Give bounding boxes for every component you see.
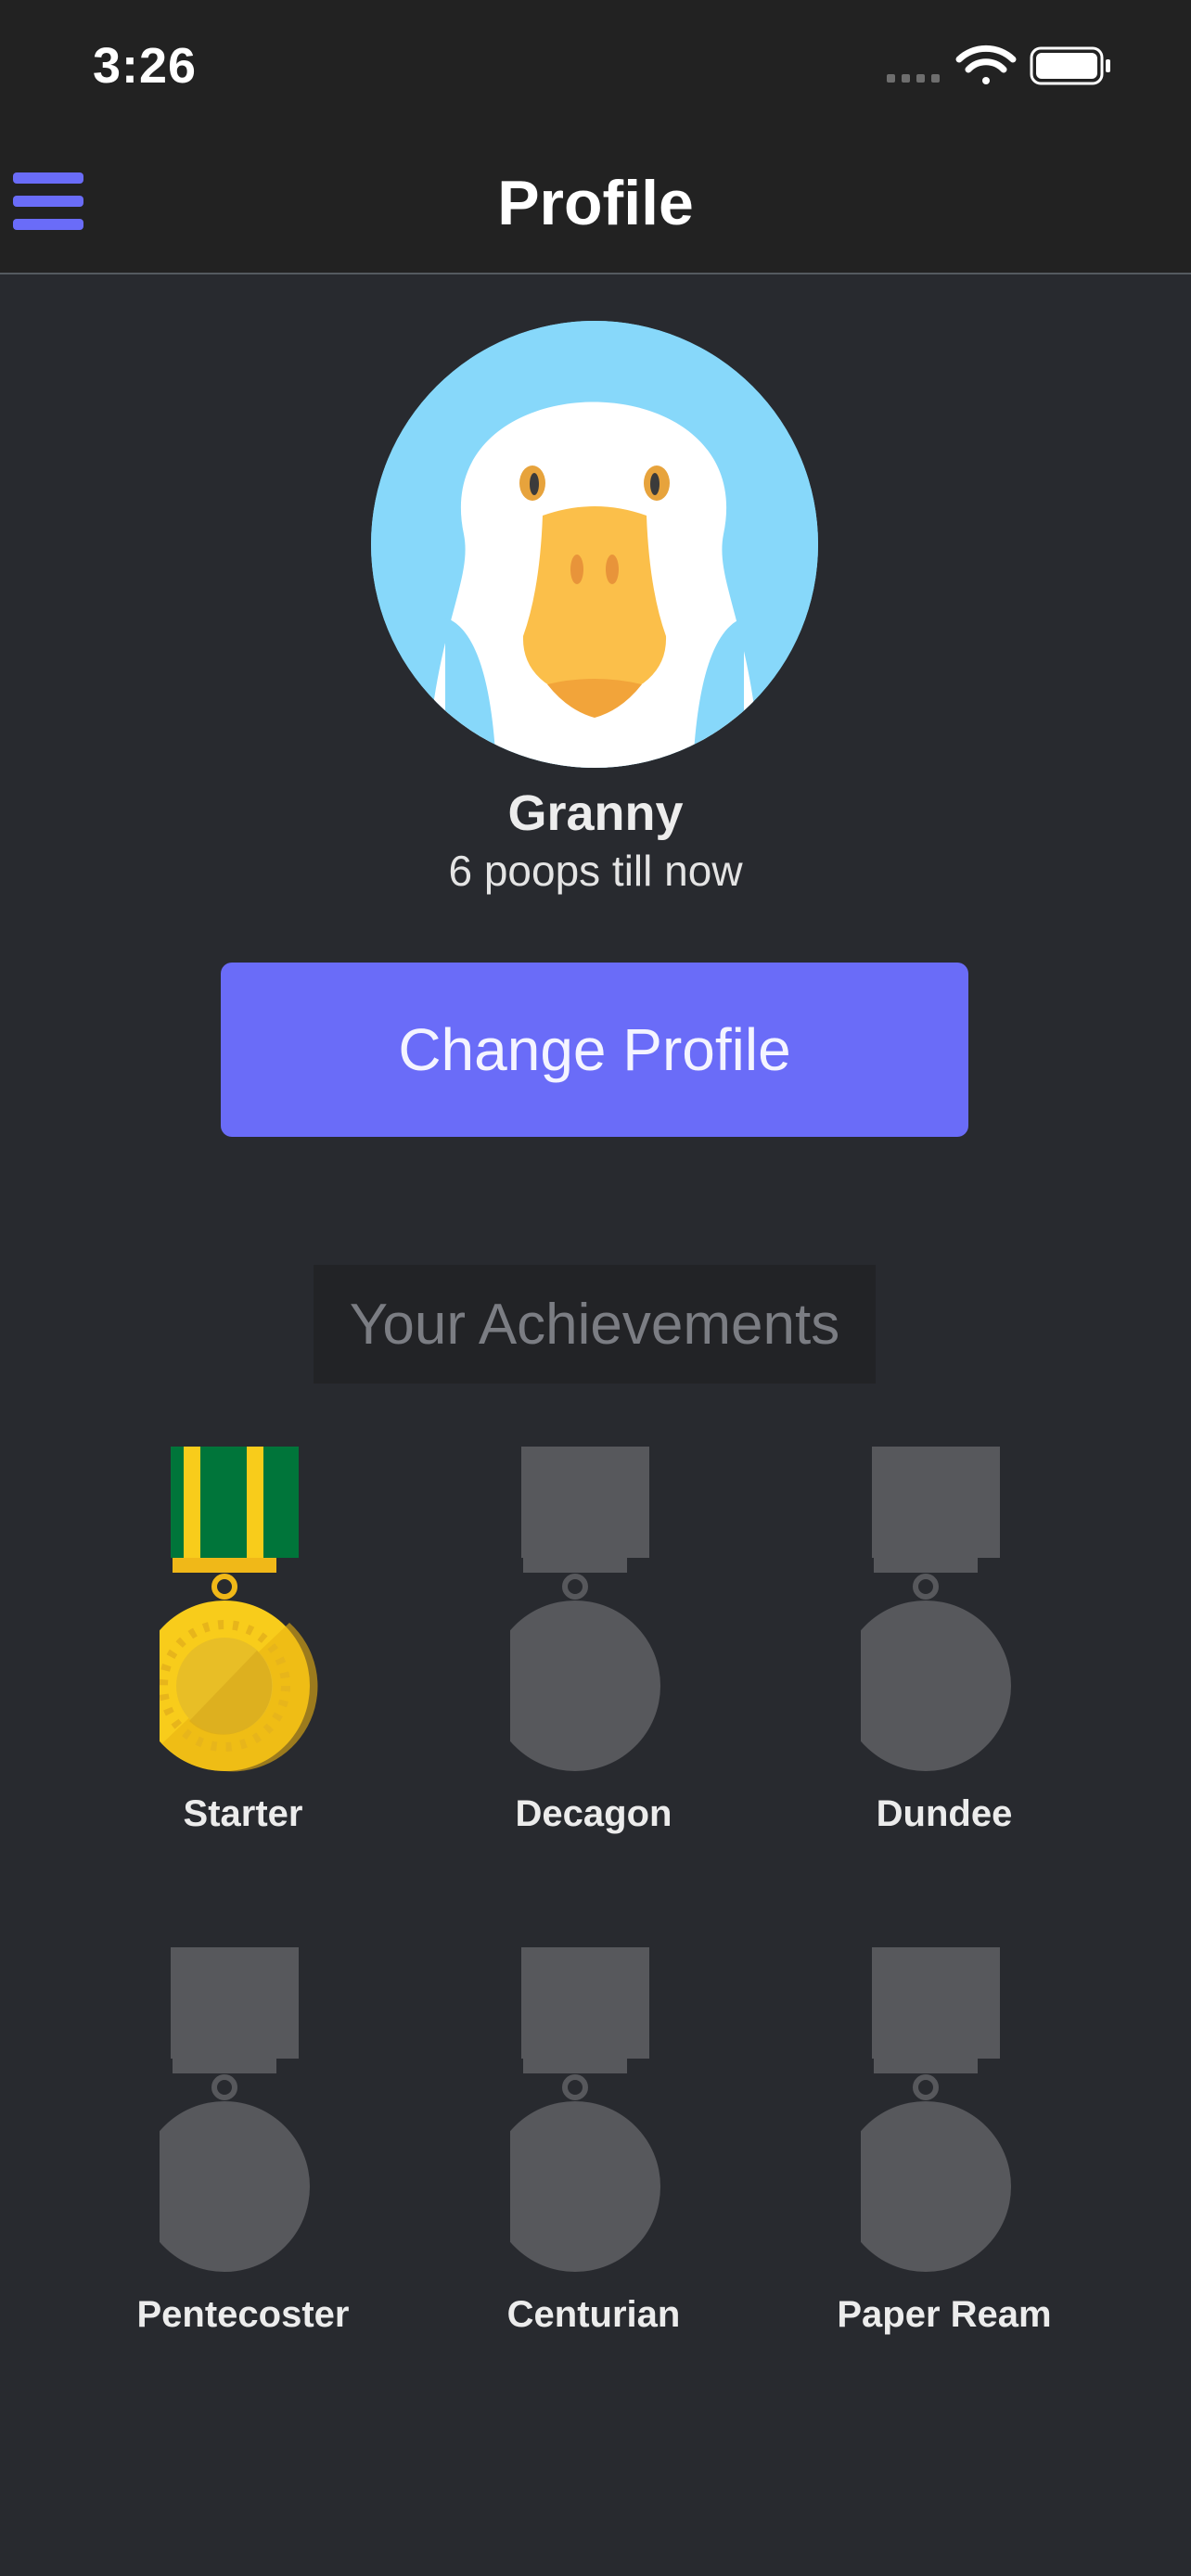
- battery-icon: [1030, 46, 1110, 85]
- locked-medal-icon: [861, 1947, 1011, 2272]
- locked-medal-icon: [510, 1447, 660, 1771]
- achievement-label: Pentecoster: [136, 2294, 350, 2335]
- status-time: 3:26: [93, 38, 198, 94]
- achievement-label: Decagon: [515, 1793, 672, 1834]
- poop-count-text: 6 poops till now: [448, 847, 743, 895]
- status-icons: [887, 45, 1110, 85]
- achievement-centurian[interactable]: Centurian: [417, 1947, 770, 2411]
- achievement-label: Dundee: [876, 1793, 1013, 1834]
- achievement-decagon[interactable]: Decagon: [417, 1447, 770, 1910]
- gold-medal-icon: [160, 1447, 318, 1772]
- locked-medal-icon: [160, 1947, 310, 2272]
- page-title: Profile: [497, 168, 694, 238]
- avatar: [371, 321, 818, 768]
- change-profile-button[interactable]: Change Profile: [221, 963, 968, 1137]
- achievements-header: Your Achievements: [314, 1265, 876, 1384]
- locked-medal-icon: [510, 1947, 660, 2272]
- user-name: Granny: [507, 785, 684, 841]
- achievement-paper-ream[interactable]: Paper Ream: [768, 1947, 1121, 2411]
- achievement-label: Starter: [183, 1793, 303, 1834]
- nav-bar: Profile: [0, 130, 1191, 274]
- achievement-pentecoster[interactable]: Pentecoster: [67, 1947, 419, 2411]
- achievement-dundee[interactable]: Dundee: [768, 1447, 1121, 1910]
- locked-medal-icon: [861, 1447, 1011, 1771]
- status-bar: 3:26: [0, 0, 1191, 130]
- achievement-label: Paper Ream: [837, 2294, 1052, 2335]
- signal-icon: [887, 74, 940, 83]
- wifi-icon: [955, 45, 1017, 84]
- achievement-starter[interactable]: Starter: [67, 1447, 419, 1910]
- duck-avatar-image: [371, 321, 818, 768]
- achievement-label: Centurian: [506, 2294, 681, 2335]
